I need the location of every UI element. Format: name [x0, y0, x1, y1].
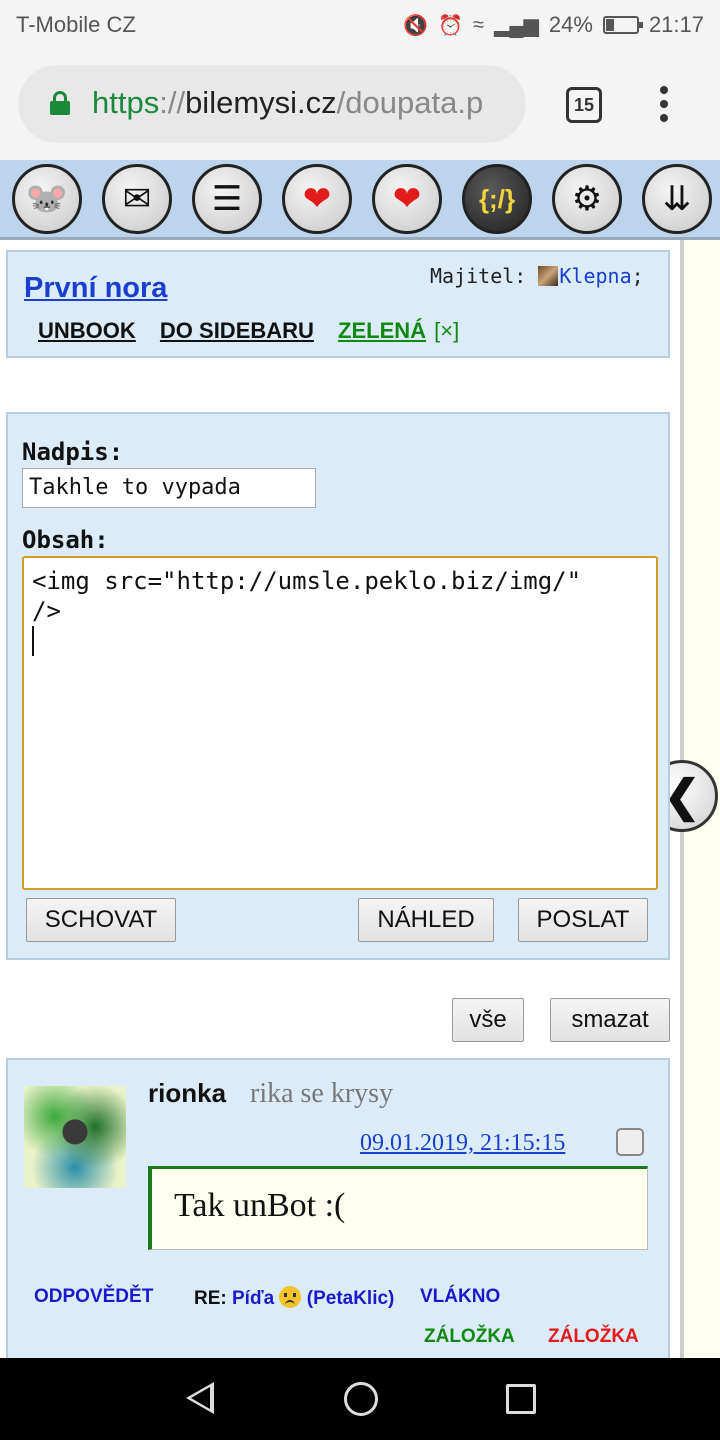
- tab-count-button[interactable]: 15: [566, 87, 602, 123]
- worried-face-icon: [279, 1286, 302, 1308]
- back-icon[interactable]: [186, 1382, 214, 1414]
- post-select-checkbox[interactable]: [616, 1128, 644, 1156]
- chevron-down-icon: ⇊: [662, 180, 692, 218]
- url-bar[interactable]: https://bilemysi.cz/doupata.p: [18, 65, 526, 143]
- reply-link[interactable]: ODPOVĚDĚT: [34, 1286, 153, 1308]
- favorites-button[interactable]: ❤: [282, 164, 352, 234]
- hide-button[interactable]: SCHOVAT: [26, 898, 176, 942]
- heart-plus-icon: ❤: [392, 180, 422, 218]
- mail-button[interactable]: ✉: [102, 164, 172, 234]
- thread-link[interactable]: VLÁKNO: [420, 1286, 500, 1308]
- more-button[interactable]: ⇊: [642, 164, 712, 234]
- status-bar: T-Mobile CZ 🔇 ⏰ ≈ ▂▄▆ 24% 21:17: [0, 0, 720, 50]
- post-rank: rika se krysy: [250, 1078, 394, 1109]
- page-title[interactable]: První nora: [24, 272, 167, 305]
- post-date-link[interactable]: 09.01.2019, 21:15:15: [360, 1130, 565, 1157]
- heart-icon: ❤: [302, 180, 332, 218]
- club-header: První nora Majitel: Klepna; UNBOOK DO SI…: [6, 250, 670, 358]
- alarm-icon: ⏰: [438, 14, 463, 37]
- show-all-button[interactable]: vše: [452, 998, 524, 1042]
- list-button[interactable]: ☰: [192, 164, 262, 234]
- mouse-icon: 🐭: [25, 180, 69, 218]
- tools-icon: ⚙: [571, 180, 603, 218]
- post-item: rionka rika se krysy 09.01.2019, 21:15:1…: [6, 1058, 670, 1358]
- settings-button[interactable]: ⚙: [552, 164, 622, 234]
- title-input[interactable]: Takhle to vypada: [22, 468, 316, 508]
- add-favorite-button[interactable]: ❤: [372, 164, 442, 234]
- signal-icon: ▂▄▆: [493, 14, 539, 37]
- text-caret: [32, 626, 34, 656]
- content-text: <img src="http://umsle.peklo.biz/img/" /…: [32, 567, 582, 625]
- browser-toolbar: https://bilemysi.cz/doupata.p 15: [0, 50, 720, 160]
- content-textarea[interactable]: <img src="http://umsle.peklo.biz/img/" /…: [22, 556, 658, 890]
- content-label: Obsah:: [22, 526, 109, 554]
- bookmark-green-link[interactable]: ZÁLOŽKA: [424, 1326, 515, 1348]
- site-toolbar: 🐭 ✉ ☰ ❤ ❤ {;/} ⚙ ⇊: [0, 160, 720, 240]
- system-nav-bar: [0, 1358, 720, 1440]
- battery-percent: 24%: [548, 12, 593, 37]
- reply-to-info: RE: Píďa (PetaKlic): [194, 1286, 395, 1309]
- reply-to-link[interactable]: Píďa: [232, 1288, 274, 1309]
- code-button[interactable]: {;/}: [462, 164, 532, 234]
- owner-link[interactable]: Klepna: [559, 264, 631, 288]
- sidebar-link[interactable]: DO SIDEBARU: [160, 318, 314, 343]
- carrier-label: T-Mobile CZ: [16, 12, 136, 37]
- title-label: Nadpis:: [22, 438, 124, 466]
- post-author[interactable]: rionka: [148, 1078, 226, 1109]
- avatar[interactable]: [24, 1086, 126, 1188]
- list-icon: ☰: [211, 180, 243, 218]
- menu-icon[interactable]: [656, 86, 672, 126]
- mouse-logo-button[interactable]: 🐭: [12, 164, 82, 234]
- status-icons: 🔇 ⏰ ≈ ▂▄▆ 24% 21:17: [403, 12, 704, 38]
- wifi-icon: ≈: [472, 13, 484, 36]
- header-links: UNBOOK DO SIDEBARU ZELENÁ [×]: [38, 318, 477, 344]
- owner-info: Majitel: Klepna;: [430, 264, 644, 288]
- code-icon: {;/}: [478, 183, 516, 214]
- bookmark-red-link[interactable]: ZÁLOŽKA: [548, 1326, 639, 1348]
- battery-icon: [602, 16, 643, 34]
- home-icon[interactable]: [344, 1382, 378, 1416]
- lock-icon: [50, 91, 70, 115]
- reply-to-user[interactable]: (PetaKlic): [301, 1288, 395, 1309]
- mute-icon: 🔇: [403, 14, 429, 37]
- mail-icon: ✉: [122, 180, 152, 218]
- clock: 21:17: [648, 12, 704, 37]
- unbook-link[interactable]: UNBOOK: [38, 318, 136, 343]
- close-green-link[interactable]: [×]: [434, 318, 459, 343]
- url-text[interactable]: https://bilemysi.cz/doupata.p: [92, 85, 483, 121]
- recent-apps-icon[interactable]: [506, 1384, 536, 1414]
- green-link[interactable]: ZELENÁ: [338, 318, 426, 343]
- send-button[interactable]: POSLAT: [518, 898, 648, 942]
- owner-avatar: [538, 266, 559, 286]
- post-body: Tak unBot :(: [148, 1166, 648, 1250]
- delete-button[interactable]: smazat: [550, 998, 670, 1042]
- preview-button[interactable]: NÁHLED: [358, 898, 494, 942]
- post-form: Nadpis: Takhle to vypada Obsah: <img src…: [6, 412, 670, 960]
